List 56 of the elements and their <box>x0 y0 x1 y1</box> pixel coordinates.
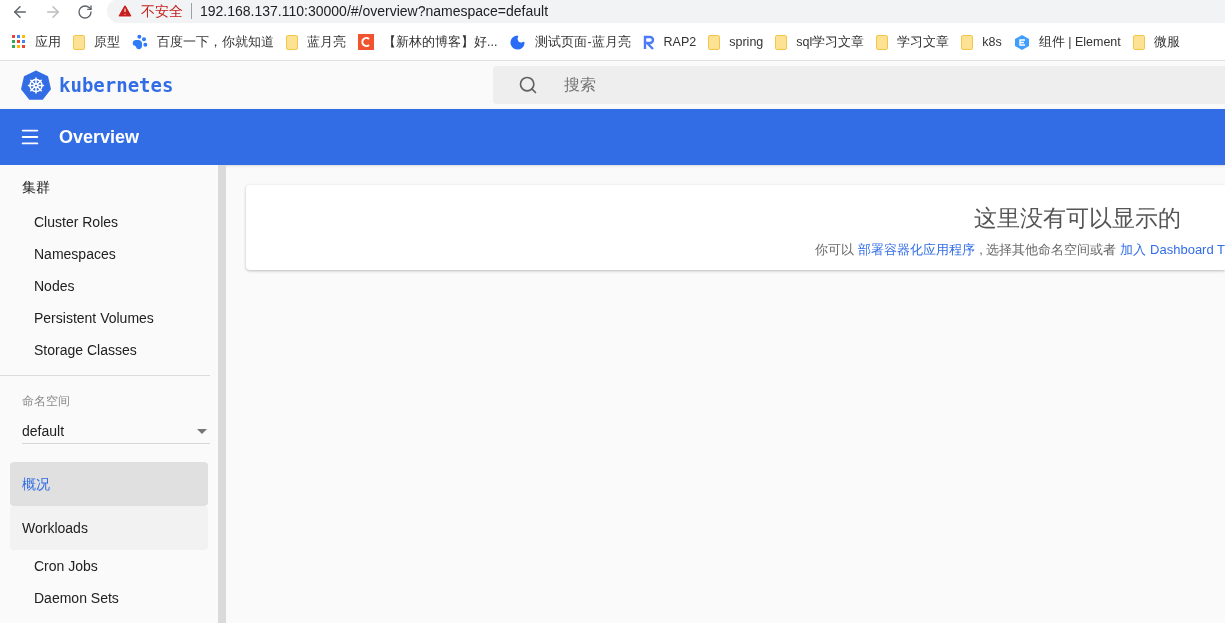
bookmark-item[interactable]: RAP2 <box>642 32 697 52</box>
warning-icon <box>117 3 133 19</box>
hexagon-logo-icon <box>1013 33 1030 51</box>
bookmark-item[interactable]: k8s <box>961 32 1002 52</box>
sidebar-item[interactable]: Persistent Volumes <box>0 302 218 334</box>
link[interactable]: 部署容器化应用程序 <box>858 239 976 259</box>
bookmark-item[interactable]: 学习文章 <box>876 32 950 52</box>
toolbar-title: Overview <box>59 125 140 149</box>
search-icon <box>518 75 538 95</box>
folder-icon <box>1132 34 1145 50</box>
empty-state-title: 这里没有可以显示的 <box>974 204 1181 233</box>
bookmark-item[interactable]: 【新林的博客】好... <box>358 32 498 52</box>
sidebar-item[interactable]: Storage Classes <box>0 334 218 366</box>
reload-icon[interactable] <box>77 4 93 20</box>
search-field[interactable]: 搜索 <box>493 66 1225 104</box>
bookmark-item[interactable]: 蓝月亮 <box>286 32 346 52</box>
section-heading: 集群 <box>22 178 51 197</box>
folder-icon <box>961 34 974 50</box>
nav-item[interactable]: Cron Jobs <box>0 550 218 582</box>
url-text: 192.168.137.110:30000/#/overview?namespace=default <box>200 1 549 21</box>
sidebar-item[interactable]: Namespaces <box>0 238 218 270</box>
kubernetes-logo-icon <box>21 69 51 101</box>
bookmark-item[interactable]: 原型 <box>73 32 120 52</box>
folder-icon <box>708 34 721 50</box>
sidebar-item[interactable]: Cluster Roles <box>0 206 218 238</box>
folder-icon <box>73 34 85 50</box>
namespace-label: 命名空间 <box>22 393 71 410</box>
apps-grid-icon <box>12 35 26 49</box>
folder-icon <box>876 34 889 50</box>
message-text: 你可以 <box>815 240 855 259</box>
back-icon[interactable] <box>11 3 29 21</box>
folder-icon <box>286 34 298 50</box>
c-logo-icon <box>358 34 374 50</box>
r-logo-icon <box>642 34 655 50</box>
security-label: 不安全 <box>141 1 183 21</box>
folder-icon <box>775 34 788 50</box>
bookmark-item[interactable]: 组件 | Element <box>1013 32 1121 52</box>
moon-icon <box>509 33 527 51</box>
bookmark-item[interactable]: 测试页面-蓝月亮 <box>509 32 631 52</box>
nav-item[interactable]: Daemon Sets <box>0 582 218 614</box>
namespace-select[interactable]: default <box>22 420 210 444</box>
bookmark-item[interactable]: spring <box>708 32 764 52</box>
link[interactable]: 加入 Dashboard T <box>1120 239 1225 259</box>
bookmark-item[interactable]: 应用 <box>12 32 61 52</box>
nav-item[interactable]: Workloads <box>10 506 208 550</box>
sidebar-item[interactable]: Nodes <box>0 270 218 302</box>
nav-item[interactable]: 概况 <box>10 462 208 506</box>
address-field[interactable]: 不安全 192.168.137.110:30000/#/overview?namespace=default <box>107 0 1225 23</box>
paw-icon <box>132 34 148 50</box>
bookmark-item[interactable]: sql学习文章 <box>775 32 865 52</box>
message-text: , 选择其他命名空间或者 <box>979 240 1117 259</box>
bookmark-item[interactable]: 百度一下，你就知道 <box>132 32 274 52</box>
dropdown-caret-icon <box>197 429 207 434</box>
bookmark-item[interactable]: 微服 <box>1132 32 1180 52</box>
search-input[interactable]: 搜索 <box>564 73 764 97</box>
logo-text: kubernetes <box>59 72 174 98</box>
